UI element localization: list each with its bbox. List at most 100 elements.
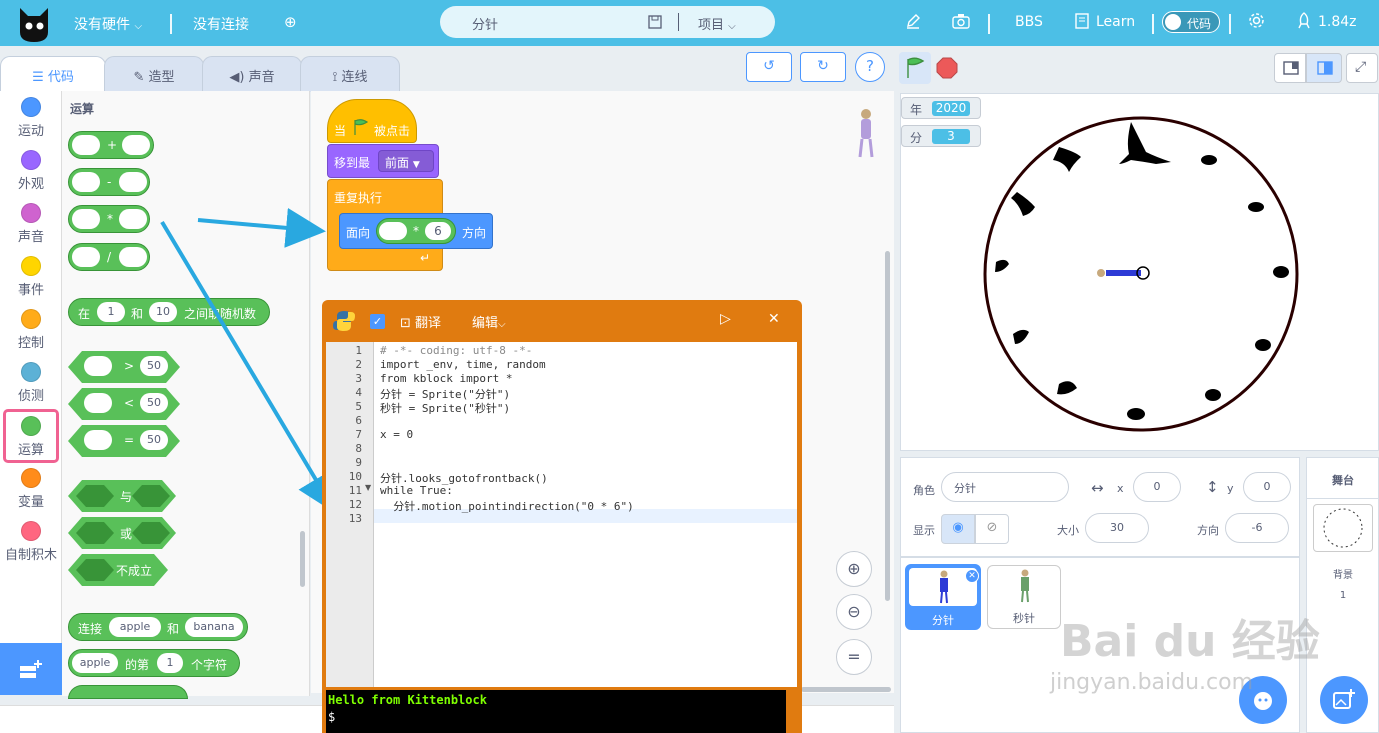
op-label: > (124, 359, 135, 373)
category-operators[interactable]: 运算 (3, 409, 59, 463)
category-control[interactable]: 控制 (0, 309, 62, 351)
large-stage-icon (1317, 61, 1333, 75)
large-stage-button[interactable] (1306, 53, 1342, 83)
direction-input[interactable]: -6 (1225, 513, 1289, 543)
block-subtract[interactable]: - (68, 168, 150, 196)
category-motion[interactable]: 运动 (0, 97, 62, 139)
stage-thumbnail[interactable] (1313, 504, 1373, 552)
sprite-thumbnail-icon (858, 109, 874, 158)
choose-backdrop-button[interactable] (1320, 676, 1368, 724)
op-label: 不成立 (116, 564, 153, 578)
code-line[interactable]: 分针.motion_pointindirection("0 * 6") (380, 498, 634, 514)
code-line[interactable]: import _env, time, random (380, 358, 546, 371)
pencil-icon[interactable] (905, 13, 921, 29)
translate-button[interactable]: ⊡ 翻译 (400, 312, 441, 331)
block-letter-of[interactable]: apple 的第 1 个字符 (68, 649, 240, 677)
monitor-value: 3 (932, 129, 970, 144)
category-events[interactable]: 事件 (0, 256, 62, 298)
block-partial[interactable] (68, 685, 188, 699)
small-stage-button[interactable] (1274, 53, 1306, 83)
sprite-tile-minute[interactable]: ✕ 分针 (905, 564, 981, 630)
code-line[interactable]: # -*- coding: utf-8 -*- (380, 344, 532, 357)
category-variables[interactable]: 变量 (0, 468, 62, 510)
letter-index-input[interactable]: 1 (157, 653, 183, 673)
join-b-input[interactable]: banana (185, 617, 243, 637)
when-flag-clicked-block[interactable]: 当 被点击 (327, 99, 417, 143)
multiply-reporter[interactable]: * 6 (376, 218, 456, 244)
script-hscrollbar[interactable] (801, 687, 891, 692)
camera-icon[interactable] (952, 13, 970, 29)
code-line[interactable]: from kblock import * (380, 372, 512, 385)
gear-icon[interactable] (1248, 12, 1265, 29)
globe-icon[interactable]: ⊕ (284, 13, 297, 31)
hardware-menu[interactable]: 没有硬件 ⌵ (74, 14, 142, 34)
category-label: 事件 (17, 283, 44, 298)
save-icon[interactable] (648, 15, 662, 29)
letter-string-input[interactable]: apple (72, 653, 118, 673)
block-join[interactable]: 连接 apple 和 banana (68, 613, 248, 641)
category-looks[interactable]: 外观 (0, 150, 62, 192)
redo-button[interactable]: ↻ (800, 52, 846, 82)
code-toggle[interactable]: 代码 (1162, 11, 1220, 33)
random-from-input[interactable]: 1 (97, 302, 125, 322)
tab-wires[interactable]: ⟟ 连线 (300, 56, 400, 92)
sprite-thumbnail-icon (940, 570, 948, 604)
zoom-in-button[interactable]: ⊕ (836, 551, 872, 587)
learn-link[interactable]: Learn (1096, 14, 1135, 30)
edit-menu[interactable]: 编辑⌵ (472, 312, 506, 331)
palette-heading: 运算 (70, 102, 95, 116)
kitten-logo-icon[interactable] (14, 2, 54, 44)
tab-costumes[interactable]: ✎ 造型 (104, 56, 204, 92)
project-menu[interactable]: 项目 ⌵ (698, 14, 736, 33)
category-my-blocks[interactable]: 自制积木 (0, 521, 62, 563)
empty-input[interactable] (379, 222, 407, 240)
block-not[interactable]: 不成立 (68, 554, 168, 586)
go-to-front-block[interactable]: 移到最 前面 ▼ (327, 144, 439, 178)
stage-canvas[interactable]: 年 2020 分 3 (900, 93, 1379, 451)
fullscreen-button[interactable]: ⤢ (1346, 53, 1378, 83)
variable-monitor-minute: 分 3 (901, 125, 981, 147)
hide-sprite-button[interactable]: ⊘ (975, 514, 1009, 544)
script-vscrollbar[interactable] (885, 251, 890, 601)
palette-scrollbar[interactable] (300, 531, 305, 587)
zoom-in-icon: ⊕ (847, 559, 861, 578)
size-input[interactable]: 30 (1085, 513, 1149, 543)
stop-sign-icon[interactable] (936, 57, 958, 79)
undo-button[interactable]: ↺ (746, 52, 792, 82)
connection-status[interactable]: 没有连接 (193, 14, 249, 34)
front-back-dropdown[interactable]: 前面 ▼ (378, 150, 434, 172)
zoom-reset-button[interactable]: = (836, 639, 872, 675)
point-in-direction-block[interactable]: 面向 * 6 方向 (339, 213, 493, 249)
y-input[interactable]: 0 (1243, 472, 1291, 502)
run-icon[interactable]: ▷ (720, 311, 731, 327)
tab-code[interactable]: ☰ 代码 (0, 56, 106, 92)
help-button[interactable]: ? (855, 52, 885, 82)
close-icon[interactable]: ✕ (768, 311, 780, 327)
category-sensing[interactable]: 侦测 (0, 362, 62, 404)
join-a-input[interactable]: apple (109, 617, 161, 637)
code-line[interactable]: 秒针 = Sprite("秒针") (380, 400, 510, 416)
block-add[interactable]: + (68, 131, 154, 159)
delete-sprite-icon[interactable]: ✕ (965, 569, 979, 583)
category-sound[interactable]: 声音 (0, 203, 62, 245)
green-flag-button[interactable] (899, 52, 931, 84)
show-sprite-button[interactable]: ◉ (941, 514, 975, 544)
code-line[interactable]: x = 0 (380, 428, 413, 441)
code-line[interactable]: while True: (380, 484, 453, 497)
project-name-input[interactable]: 分针 (472, 14, 498, 33)
python-enable-checkbox[interactable]: ✓ (370, 314, 385, 329)
block-multiply[interactable]: * (68, 205, 150, 233)
tab-sounds[interactable]: ◀) 声音 (202, 56, 302, 92)
x-input[interactable]: 0 (1133, 472, 1181, 502)
block-divide[interactable]: / (68, 243, 150, 271)
sprite-tile-second[interactable]: 秒针 (987, 565, 1061, 629)
add-extension-button[interactable] (0, 643, 62, 695)
block-or[interactable]: 或 (68, 517, 176, 549)
fold-arrow-icon[interactable]: ▼ (365, 483, 371, 492)
zoom-out-button[interactable]: ⊖ (836, 594, 872, 630)
bottom-strip (0, 705, 322, 733)
bbs-link[interactable]: BBS (1015, 14, 1043, 30)
multiplier-input[interactable]: 6 (425, 222, 451, 240)
category-dot (21, 416, 41, 436)
sprite-name-input[interactable]: 分针 (941, 472, 1069, 502)
